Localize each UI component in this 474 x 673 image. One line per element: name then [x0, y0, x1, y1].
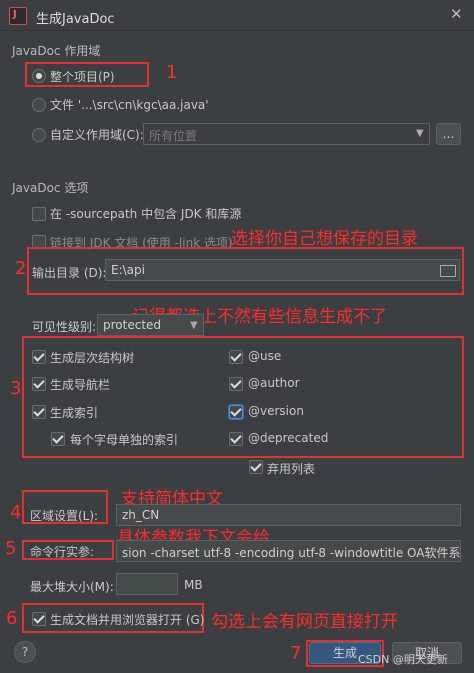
radio-custom-scope[interactable] — [32, 128, 46, 142]
close-icon[interactable]: ✕ — [450, 5, 463, 23]
locale-value: zh_CN — [122, 508, 160, 522]
open-browser-label: 生成文档并用浏览器打开 (G) — [50, 613, 205, 627]
visibility-value: protected — [103, 318, 162, 332]
intellij-app-icon: J — [9, 7, 27, 25]
checkbox-tag-deprecated[interactable] — [229, 432, 243, 446]
annotation-number-2: 2 — [15, 258, 27, 279]
locale-label: 区域设置(L): — [30, 509, 99, 523]
checkbox-navbar[interactable] — [32, 377, 46, 391]
checkbox-separate-index[interactable] — [51, 432, 65, 446]
checkbox-index[interactable] — [32, 405, 46, 419]
cmd-args-label: 命令行实参: — [30, 545, 95, 559]
max-heap-unit: MB — [184, 578, 203, 592]
tag-author-label: @author — [248, 376, 300, 390]
annotation-choose-dir: 选择你自己想保存的目录 — [231, 229, 418, 249]
window-title: 生成JavaDoc — [36, 12, 115, 27]
scope-section-label: JavaDoc 作用域 — [12, 44, 101, 58]
checkbox-include-jdk[interactable] — [32, 207, 46, 221]
visibility-select[interactable]: protected — [97, 314, 204, 336]
navbar-label: 生成导航栏 — [50, 378, 111, 392]
checkbox-hierarchy[interactable] — [32, 350, 46, 364]
checkbox-tag-version[interactable] — [229, 405, 243, 419]
output-dir-input[interactable]: E:\api — [105, 259, 460, 281]
output-dir-label: 输出目录 (D): — [32, 266, 107, 280]
annotation-number-7: 7 — [290, 643, 302, 664]
custom-scope-combo[interactable]: 所有位置 — [143, 123, 430, 145]
radio-file[interactable] — [32, 98, 46, 112]
include-jdk-label: 在 -sourcepath 中包含 JDK 和库源 — [50, 207, 242, 221]
annotation-number-3: 3 — [10, 378, 22, 399]
annotation-number-5: 5 — [5, 538, 17, 559]
separate-index-label: 每个字母单独的索引 — [70, 433, 179, 447]
csdn-watermark: CSDN @明天更新 — [358, 653, 448, 666]
annotation-number-6: 6 — [6, 608, 18, 629]
annotation-number-4: 4 — [10, 502, 22, 523]
checkbox-open-browser[interactable] — [32, 612, 46, 626]
custom-scope-browse-button[interactable]: … — [436, 123, 461, 145]
tag-use-label: @use — [248, 349, 282, 363]
cmd-args-input[interactable]: sion -charset utf-8 -encoding utf-8 -win… — [116, 540, 461, 562]
index-label: 生成索引 — [50, 406, 99, 420]
deprecated-list-label: 弃用列表 — [267, 462, 316, 476]
chevron-down-icon: ▼ — [190, 320, 198, 331]
output-dir-value: E:\api — [111, 263, 145, 277]
cmd-args-value: sion -charset utf-8 -encoding utf-8 -win… — [122, 546, 461, 560]
annotation-number-1: 1 — [166, 62, 178, 83]
max-heap-label: 最大堆大小(M): — [30, 580, 114, 594]
annotation-open-browser-note: 勾选上会有网页直接打开 — [211, 612, 398, 632]
radio-custom-scope-label: 自定义作用域(C): — [50, 128, 144, 142]
tag-version-label: @version — [248, 404, 304, 418]
checkbox-tag-use[interactable] — [229, 350, 243, 364]
folder-icon[interactable] — [440, 265, 456, 277]
options-section-label: JavaDoc 选项 — [12, 181, 89, 195]
hierarchy-label: 生成层次结构树 — [50, 351, 135, 365]
checkbox-deprecated-list[interactable] — [249, 460, 263, 474]
checkbox-tag-author[interactable] — [229, 377, 243, 391]
chevron-down-icon: ▼ — [416, 128, 424, 139]
custom-scope-placeholder: 所有位置 — [149, 129, 198, 143]
help-button[interactable]: ? — [14, 641, 36, 663]
annotation-box-1 — [25, 62, 149, 87]
visibility-label: 可见性级别: — [32, 320, 97, 334]
max-heap-input[interactable] — [116, 573, 178, 595]
radio-file-label: 文件 '...\src\cn\kgc\aa.java' — [50, 98, 209, 112]
tag-deprecated-label: @deprecated — [248, 431, 329, 445]
